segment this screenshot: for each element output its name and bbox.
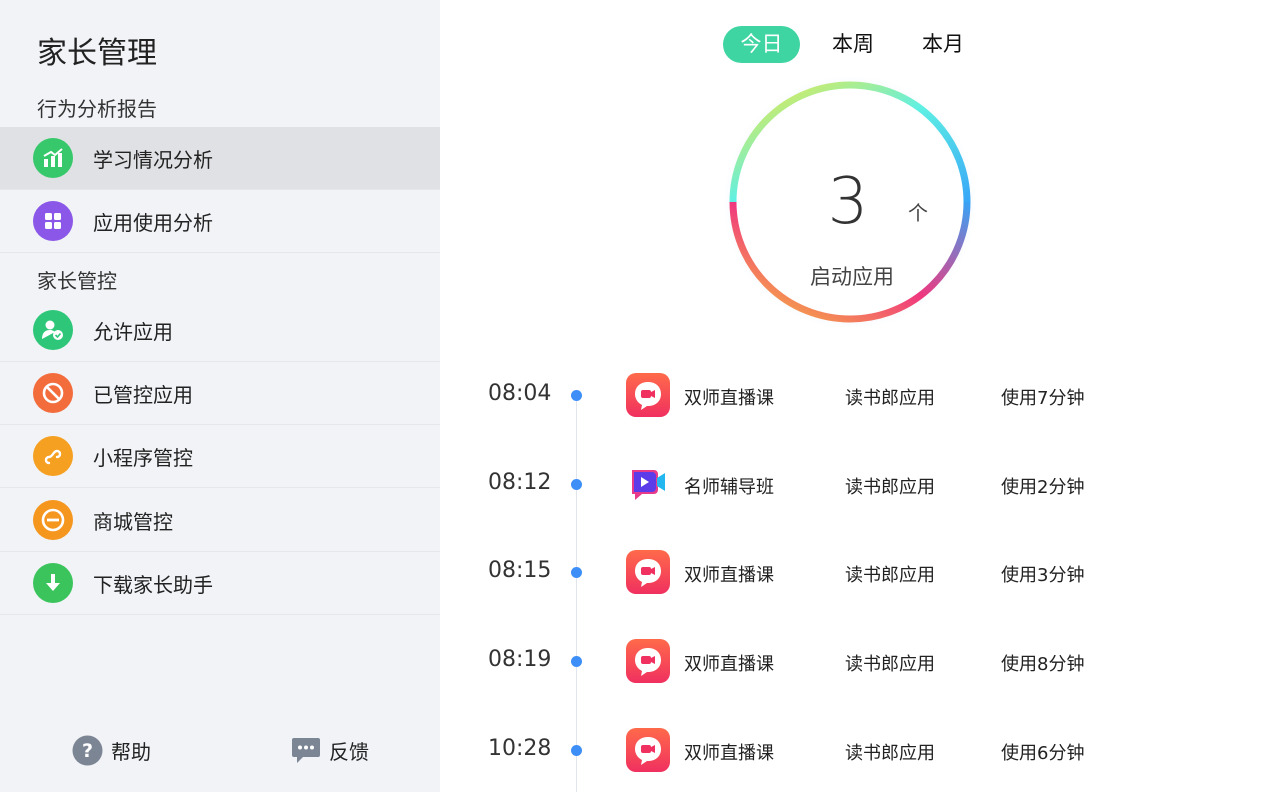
feedback-button[interactable]: 反馈 [291,735,369,765]
grid-icon [33,201,73,241]
row-app-name: 双师直播课 [684,654,774,675]
chart-icon [33,138,73,178]
timeline-dot [571,656,582,667]
row-usage: 使用6分钟 [1001,743,1085,764]
live-class-icon [626,373,670,417]
row-usage: 使用2分钟 [1001,477,1085,498]
app-root: 家长管理 行为分析报告 学习情况分析 应用使用分析 家长管控 允许应用 已管控应… [0,0,1267,792]
section-header-control: 家长管控 [37,269,117,293]
tab-month[interactable]: 本月 [922,26,964,63]
timeline-row[interactable]: 08:04 双师直播课 读书郎应用 使用7分钟 [487,373,1207,417]
row-app-source: 读书郎应用 [845,654,935,675]
timeline-row[interactable]: 08:19 双师直播课 读书郎应用 使用8分钟 [487,639,1207,683]
live-class-icon [626,639,670,683]
sidebar-item-label: 商城管控 [93,509,173,534]
feedback-icon [292,738,320,763]
mini-program-icon [33,436,73,476]
launch-count: 3 [827,165,869,239]
row-time: 08:12 [488,470,552,495]
minus-circle-icon [33,500,73,540]
sidebar-item-label: 已管控应用 [93,382,193,407]
sidebar-item-label: 应用使用分析 [93,210,213,235]
video-tutor-icon [626,462,670,506]
help-icon: ? [72,735,103,766]
row-app-source: 读书郎应用 [845,477,935,498]
row-app-name: 双师直播课 [684,743,774,764]
svg-text:?: ? [82,740,93,762]
timeline-dot [571,745,582,756]
row-app-name: 名师辅导班 [684,477,774,498]
launch-count-label: 启动应用 [810,265,894,289]
timeline-row[interactable]: 10:28 双师直播课 读书郎应用 使用6分钟 [487,728,1207,772]
user-check-icon [33,310,73,350]
timeline-dot [571,567,582,578]
tab-week[interactable]: 本周 [832,26,874,63]
row-app-name: 双师直播课 [684,388,774,409]
help-button[interactable]: ? 帮助 [72,735,151,766]
row-app-source: 读书郎应用 [845,388,935,409]
section-header-report: 行为分析报告 [37,97,157,121]
sidebar-item-blocked-apps[interactable]: 已管控应用 [0,362,440,425]
sidebar-item-allowed-apps[interactable]: 允许应用 [0,299,440,362]
tab-today[interactable]: 今日 [723,26,800,63]
sidebar-item-label: 学习情况分析 [93,147,213,172]
timeline-dot [571,479,582,490]
sidebar-item-label: 下载家长助手 [93,572,213,597]
help-label: 帮助 [111,740,151,764]
timeline-row[interactable]: 08:15 双师直播课 读书郎应用 使用3分钟 [487,550,1207,594]
launch-count-unit: 个 [908,201,928,225]
row-app-source: 读书郎应用 [845,743,935,764]
sidebar-item-label: 允许应用 [93,319,173,344]
row-time: 10:28 [488,736,552,761]
sidebar-item-label: 小程序管控 [93,445,193,470]
sidebar-item-study-analysis[interactable]: 学习情况分析 [0,127,440,190]
row-time: 08:04 [488,381,552,406]
row-time: 08:19 [488,647,552,672]
block-icon [33,373,73,413]
row-app-source: 读书郎应用 [845,565,935,586]
download-icon [33,563,73,603]
sidebar-item-app-analysis[interactable]: 应用使用分析 [0,190,440,253]
sidebar-title: 家长管理 [37,36,157,71]
sidebar-item-mall-control[interactable]: 商城管控 [0,489,440,552]
timeline-row[interactable]: 08:12 名师辅导班 读书郎应用 使用2分钟 [487,462,1207,506]
row-usage: 使用7分钟 [1001,388,1085,409]
row-app-name: 双师直播课 [684,565,774,586]
live-class-icon [626,550,670,594]
sidebar: 家长管理 行为分析报告 学习情况分析 应用使用分析 家长管控 允许应用 已管控应… [0,0,440,792]
row-usage: 使用8分钟 [1001,654,1085,675]
period-tabs: 今日 本周 本月 [723,26,964,63]
feedback-label: 反馈 [329,739,369,764]
sidebar-item-download-assistant[interactable]: 下载家长助手 [0,552,440,615]
row-time: 08:15 [488,558,552,583]
sidebar-item-mini-program[interactable]: 小程序管控 [0,425,440,488]
row-usage: 使用3分钟 [1001,565,1085,586]
live-class-icon [626,728,670,772]
timeline-dot [571,390,582,401]
